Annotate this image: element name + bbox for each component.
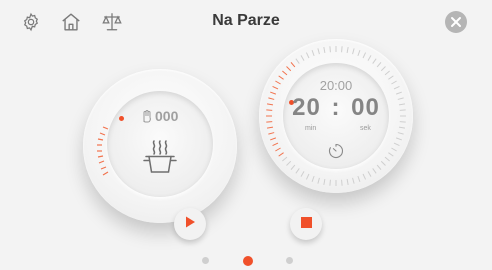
timer-tick xyxy=(362,173,367,180)
timer-tick xyxy=(391,80,397,85)
timer-tick xyxy=(367,171,372,177)
timer-tick xyxy=(376,164,382,170)
timer-tick xyxy=(275,80,281,85)
page-dot-2-active[interactable] xyxy=(243,256,253,266)
timer-countdown: 20 : 00 xyxy=(283,94,389,122)
timer-tick xyxy=(282,70,288,76)
timer-tick xyxy=(311,175,315,182)
timer-tick xyxy=(282,156,288,162)
timer-tick xyxy=(372,168,377,174)
steam-pot-icon xyxy=(143,139,177,182)
timer-tick xyxy=(275,147,281,152)
timer-tick xyxy=(398,126,406,129)
top-bar: Na Parze xyxy=(0,0,492,44)
weight-hand-icon xyxy=(141,110,153,128)
timer-tick xyxy=(266,109,273,111)
timer-tick xyxy=(384,70,390,76)
timer-tick xyxy=(323,46,326,54)
timer-tick xyxy=(352,48,355,55)
timer-dial-face: 20:00 20 : 00 min sek xyxy=(283,63,389,169)
timer-tick xyxy=(397,97,404,100)
timer-tick xyxy=(311,50,315,57)
play-icon xyxy=(184,215,196,233)
timer-tick xyxy=(397,132,404,135)
timer-tick xyxy=(398,103,406,106)
timer-tick xyxy=(341,179,343,186)
timer-tick xyxy=(384,156,390,162)
timer-tick xyxy=(346,46,349,54)
timer-tick xyxy=(323,178,326,186)
timer-separator: : xyxy=(331,94,341,121)
timer-tick xyxy=(399,121,406,123)
timer-tick xyxy=(266,103,274,106)
timer-tick xyxy=(270,91,277,95)
timer-tick xyxy=(295,58,300,64)
timer-dial[interactable]: 20:00 20 : 00 min sek xyxy=(259,39,413,193)
timer-tick xyxy=(272,142,279,147)
timer-tick xyxy=(272,85,279,90)
timer-min-label: min xyxy=(305,125,317,132)
timer-tick xyxy=(391,147,397,152)
timer-tick xyxy=(388,75,394,80)
timer-tick xyxy=(395,91,402,95)
weight-indicator-dot xyxy=(119,116,124,121)
timer-tick xyxy=(388,152,394,157)
stop-button[interactable] xyxy=(290,208,322,240)
timer-tick xyxy=(300,171,305,177)
timer-tick xyxy=(380,160,386,166)
timer-tick xyxy=(399,109,406,111)
timer-tick xyxy=(352,177,355,184)
timer-tick xyxy=(305,52,310,59)
timer-tick xyxy=(372,58,377,64)
timer-tick xyxy=(317,177,320,184)
timer-tick xyxy=(362,52,367,59)
timer-tick xyxy=(286,66,292,72)
stop-icon xyxy=(300,215,312,233)
timer-tick xyxy=(329,179,331,186)
timer-tick xyxy=(393,85,400,90)
timer-tick xyxy=(346,178,349,186)
timer-tick xyxy=(329,46,331,53)
page-dot-3[interactable] xyxy=(286,257,293,264)
timer-tick xyxy=(290,62,296,68)
weight-dial-face: 000 xyxy=(107,91,213,197)
timer-tick xyxy=(295,168,300,174)
play-button[interactable] xyxy=(174,208,206,240)
timer-tick xyxy=(341,46,343,53)
page-dot-1[interactable] xyxy=(202,257,209,264)
timer-minutes: 20 xyxy=(292,94,321,121)
timer-tick xyxy=(266,126,274,129)
timer-tick xyxy=(305,173,310,180)
timer-tick xyxy=(270,137,277,141)
timer-tick xyxy=(367,55,372,61)
timer-tick xyxy=(380,66,386,72)
timer-icon xyxy=(328,143,344,164)
timer-tick xyxy=(317,48,320,55)
timer-tick xyxy=(266,121,273,123)
weight-dial[interactable]: 000 xyxy=(83,69,237,223)
timer-tick xyxy=(357,50,361,57)
timer-tick xyxy=(393,142,400,147)
timer-tick xyxy=(357,175,361,182)
close-icon[interactable] xyxy=(445,11,467,33)
cooking-screen: Na Parze 000 20:00 20: 00 min sek xyxy=(0,0,492,270)
timer-sec-label: sek xyxy=(360,125,371,132)
timer-tick xyxy=(278,152,284,157)
timer-tick xyxy=(395,137,402,141)
timer-tick xyxy=(300,55,305,61)
page-title: Na Parze xyxy=(212,12,280,29)
timer-tick xyxy=(268,97,275,100)
timer-tick xyxy=(376,62,382,68)
timer-seconds: 00 xyxy=(351,94,380,121)
timer-tick xyxy=(290,164,296,170)
timer-tick xyxy=(286,160,292,166)
weight-value: 000 xyxy=(155,108,179,124)
timer-tick xyxy=(268,132,275,135)
timer-set-time: 20:00 xyxy=(319,78,353,93)
